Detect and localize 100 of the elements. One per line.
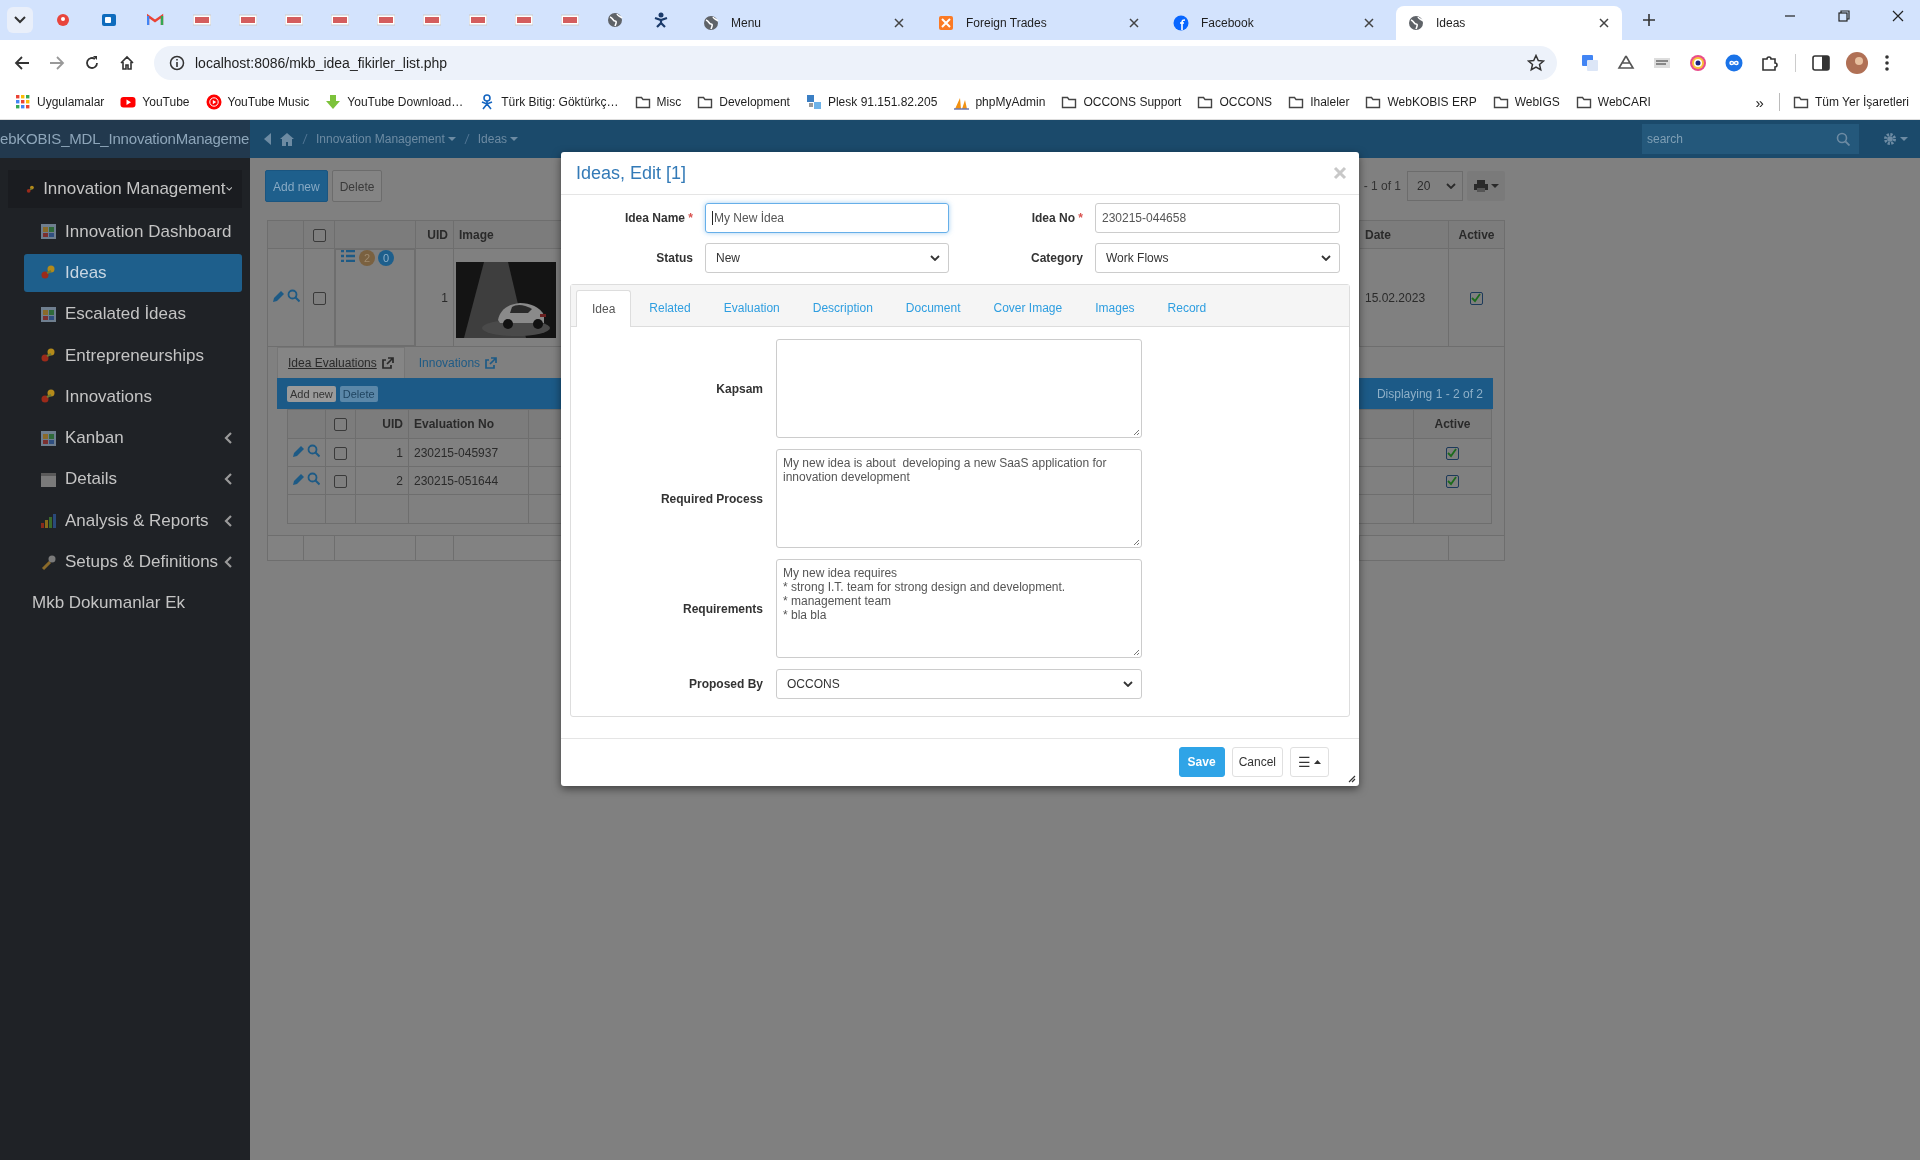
plus-icon[interactable] bbox=[1642, 13, 1656, 27]
info-icon[interactable] bbox=[169, 54, 185, 71]
address-bar[interactable]: localhost:8086/mkb_idea_fikirler_list.php bbox=[154, 45, 1557, 80]
input-field[interactable]: My New İdea bbox=[705, 203, 949, 233]
more-icon[interactable] bbox=[1884, 53, 1890, 72]
input-field[interactable]: 230215-044658 bbox=[1095, 203, 1340, 233]
select-field[interactable]: Work Flows bbox=[1095, 243, 1340, 273]
print-button[interactable] bbox=[1467, 171, 1505, 201]
bookmark[interactable]: WebCARI bbox=[1570, 94, 1656, 110]
sidebar-item[interactable]: Kanban bbox=[24, 417, 242, 459]
pencil-icon[interactable] bbox=[292, 472, 305, 486]
url-text[interactable]: localhost:8086/mkb_idea_fikirler_list.php bbox=[195, 54, 1527, 71]
sidebar-item[interactable]: Entrepreneurships bbox=[24, 334, 242, 377]
table-cell: 1 bbox=[441, 290, 448, 305]
ring-icon[interactable] bbox=[1689, 53, 1707, 72]
browser-tab[interactable]: Foreign Trades bbox=[926, 6, 1152, 40]
envelope-icon bbox=[147, 12, 165, 28]
bookmark[interactable]: Uygulamalar bbox=[10, 94, 110, 110]
pager-text: - 1 of 1 bbox=[1363, 179, 1401, 193]
pencil-icon[interactable] bbox=[292, 444, 305, 458]
sidebar-item[interactable]: Innovations bbox=[24, 376, 242, 418]
tab[interactable]: Idea Evaluations bbox=[277, 347, 405, 378]
close-icon[interactable] bbox=[1598, 17, 1610, 29]
bookmark[interactable]: YouTube Music bbox=[200, 94, 315, 110]
sidebar-item[interactable]: Escalated İdeas bbox=[24, 293, 242, 335]
more-bookmarks-button[interactable]: » bbox=[1750, 93, 1769, 111]
checkbox[interactable] bbox=[312, 228, 326, 242]
table-cell: 230215-045937 bbox=[414, 445, 499, 460]
add-button[interactable]: Add new bbox=[287, 385, 336, 402]
tab-search-button[interactable] bbox=[7, 7, 33, 33]
select-field[interactable]: OCCONS bbox=[776, 669, 1142, 699]
bookmark[interactable]: Misc bbox=[629, 94, 687, 110]
sidebar-item[interactable]: Ideas bbox=[24, 253, 242, 292]
select-field[interactable]: New bbox=[705, 243, 949, 273]
checkbox[interactable] bbox=[1470, 291, 1483, 305]
menu-button[interactable]: ☰ bbox=[1290, 747, 1329, 777]
bookmark[interactable]: Plesk 91.151.82.205 bbox=[800, 94, 943, 110]
infinity-icon[interactable] bbox=[1725, 53, 1743, 72]
bookmark[interactable]: YouTube bbox=[115, 94, 195, 110]
restore-icon[interactable] bbox=[1838, 10, 1850, 22]
all-bookmarks-button[interactable]: Tüm Yer İşaretleri bbox=[1787, 94, 1914, 110]
pencil-icon[interactable] bbox=[272, 289, 285, 303]
side-panel-icon[interactable] bbox=[1812, 53, 1830, 72]
resize-grip-icon[interactable] bbox=[1348, 775, 1356, 783]
sidebar-item[interactable]: Setups & Definitions bbox=[24, 541, 242, 583]
sidebar-item[interactable]: Innovation Dashboard bbox=[24, 211, 242, 253]
sidebar-item[interactable]: Details bbox=[24, 458, 242, 501]
logo-icon bbox=[239, 12, 257, 28]
checkbox[interactable] bbox=[1446, 474, 1459, 488]
close-icon[interactable] bbox=[893, 17, 905, 29]
checkbox[interactable] bbox=[1446, 446, 1459, 460]
avatar-icon[interactable] bbox=[1846, 51, 1868, 74]
calendar-icon bbox=[40, 470, 57, 488]
bookmark[interactable]: OCCONS bbox=[1192, 94, 1278, 110]
bookmark[interactable]: YouTube Download… bbox=[320, 94, 469, 110]
translate-icon[interactable] bbox=[1581, 53, 1599, 72]
caret-left-icon[interactable] bbox=[264, 133, 272, 145]
column-header: Active bbox=[1434, 417, 1471, 431]
table-cell: 230215-051644 bbox=[414, 473, 499, 488]
forward-icon[interactable] bbox=[49, 54, 65, 71]
list-icon[interactable] bbox=[341, 250, 355, 262]
close-icon[interactable] bbox=[1128, 17, 1140, 29]
cancel-button[interactable]: Cancel bbox=[1231, 747, 1283, 777]
close-icon[interactable] bbox=[1892, 10, 1904, 22]
back-icon[interactable] bbox=[14, 54, 30, 71]
reload-icon[interactable] bbox=[84, 54, 100, 71]
magnifier-icon[interactable] bbox=[307, 444, 320, 458]
close-icon[interactable] bbox=[1363, 17, 1375, 29]
text-area[interactable]: My new idea is about developing a new SaaS application for innovation development bbox=[776, 449, 1142, 548]
bookmark[interactable]: Development bbox=[692, 94, 795, 110]
sidebar-item[interactable]: Innovation Management bbox=[8, 170, 242, 208]
sidebar-item[interactable]: Analysis & Reports bbox=[24, 500, 242, 542]
checkbox[interactable] bbox=[312, 291, 326, 305]
bookmark[interactable]: Ihaleler bbox=[1283, 94, 1355, 110]
browser-tab[interactable]: Ideas bbox=[1396, 6, 1622, 40]
browser-tab[interactable]: Menu bbox=[691, 6, 917, 40]
sidebar-item[interactable]: Mkb Dokumanlar Ek bbox=[8, 582, 242, 624]
magnifier-icon[interactable] bbox=[307, 472, 320, 486]
bookmark[interactable]: WebIGS bbox=[1487, 94, 1565, 110]
logo-icon bbox=[515, 12, 533, 28]
table-icon bbox=[40, 223, 57, 241]
text-area[interactable]: My new idea requires * strong I.T. team for strong design and development. * management team * bla bla bbox=[776, 559, 1142, 658]
bookmark[interactable]: phpMyAdmin bbox=[948, 94, 1051, 110]
checkbox[interactable] bbox=[334, 446, 347, 460]
puzzle-icon[interactable] bbox=[1761, 53, 1779, 72]
checkbox[interactable] bbox=[334, 418, 347, 432]
bookmark[interactable]: WebKOBIS ERP bbox=[1360, 94, 1482, 110]
bookmark[interactable]: Türk Bitig: Göktürkç… bbox=[474, 94, 624, 110]
tab[interactable]: Idea bbox=[576, 290, 632, 327]
settings-button[interactable] bbox=[1883, 132, 1908, 146]
bookmark[interactable]: OCCONS Support bbox=[1056, 94, 1187, 110]
star-icon[interactable] bbox=[1527, 53, 1545, 72]
browser-tab[interactable]: Facebook bbox=[1161, 6, 1387, 40]
folder-icon bbox=[1061, 94, 1078, 110]
logo-icon bbox=[469, 12, 487, 28]
home-icon[interactable] bbox=[119, 54, 135, 71]
checkbox[interactable] bbox=[334, 474, 347, 488]
page-size-select[interactable]: 20 bbox=[1407, 171, 1463, 201]
field-label: Idea No * bbox=[1030, 211, 1083, 225]
magnifier-icon[interactable] bbox=[287, 289, 300, 303]
